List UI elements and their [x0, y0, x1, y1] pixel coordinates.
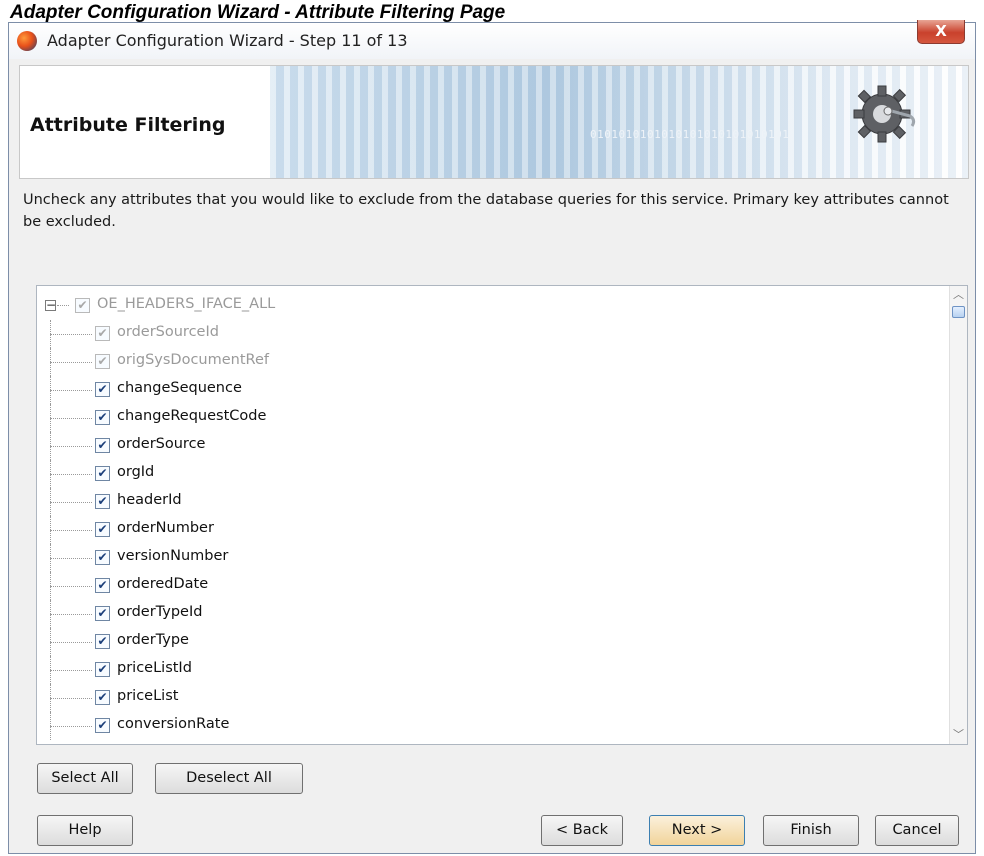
wizard-header: 0101010101010101010101010101 Attribute F…	[19, 65, 969, 179]
collapse-icon[interactable]: −	[45, 299, 56, 311]
tree-row: ✔ orderTypeId	[37, 600, 949, 628]
tree-connector	[50, 362, 92, 363]
tree-connector	[50, 670, 92, 671]
attribute-label: orgId	[117, 464, 155, 480]
attribute-label: orderedDate	[117, 576, 209, 592]
tree-connector	[50, 446, 92, 447]
attribute-label: orderType	[117, 632, 189, 648]
attribute-label: orderNumber	[117, 520, 214, 536]
help-button[interactable]: Help	[37, 815, 133, 846]
tree-connector	[50, 418, 92, 419]
tree-connector	[50, 698, 92, 699]
attribute-checkbox[interactable]: ✔	[95, 382, 110, 397]
attribute-checkbox[interactable]: ✔	[95, 550, 110, 565]
tree-row: ✔ priceListId	[37, 656, 949, 684]
scroll-thumb[interactable]	[952, 306, 965, 318]
binary-decoration: 0101010101010101010101010101	[590, 128, 790, 141]
attribute-checkbox[interactable]: ✔	[95, 578, 110, 593]
attribute-label: changeSequence	[117, 380, 242, 396]
attribute-label: OE_HEADERS_IFACE_ALL	[97, 296, 276, 312]
attribute-label: conversionRate	[117, 716, 230, 732]
tree-connector	[50, 558, 92, 559]
tree-row: ✔ orderNumber	[37, 516, 949, 544]
tree-connector	[50, 530, 92, 531]
attribute-label: origSysDocumentRef	[117, 352, 269, 368]
tree-connector	[50, 334, 92, 335]
select-all-button[interactable]: Select All	[37, 763, 133, 794]
finish-button[interactable]: Finish	[763, 815, 859, 846]
attribute-checkbox: ✔	[95, 326, 110, 341]
attribute-label: changeRequestCode	[117, 408, 267, 424]
back-button[interactable]: < Back	[541, 815, 623, 846]
tree-row: ✔ conversionRate	[37, 712, 949, 740]
tree-connector	[50, 502, 92, 503]
tree-rows: − ✔ OE_HEADERS_IFACE_ALL ✔ orderSourceId ✔ ori…	[37, 286, 949, 740]
scroll-up-icon[interactable]: ︿	[950, 286, 967, 304]
page-caption: Adapter Configuration Wizard - Attribute…	[10, 2, 506, 23]
deselect-all-button[interactable]: Deselect All	[155, 763, 303, 794]
window-title: Adapter Configuration Wizard - Step 11 o…	[47, 31, 408, 50]
attribute-label: headerId	[117, 492, 182, 508]
attribute-checkbox[interactable]: ✔	[95, 466, 110, 481]
instructions-text: Uncheck any attributes that you would li…	[23, 192, 949, 230]
attribute-checkbox[interactable]: ✔	[95, 410, 110, 425]
tree-row: ✔ orderType	[37, 628, 949, 656]
attribute-tree: − ✔ OE_HEADERS_IFACE_ALL ✔ orderSourceId ✔ ori…	[36, 285, 968, 745]
page-title: Attribute Filtering	[30, 114, 226, 136]
attribute-label: versionNumber	[117, 548, 229, 564]
attribute-label: orderTypeId	[117, 604, 203, 620]
next-button[interactable]: Next >	[649, 815, 745, 846]
close-button[interactable]: X	[917, 20, 965, 44]
tree-connector	[50, 614, 92, 615]
gear-icon	[853, 85, 916, 143]
attribute-checkbox: ✔	[95, 354, 110, 369]
tree-row: ✔ versionNumber	[37, 544, 949, 572]
tree-row: ✔ orderedDate	[37, 572, 949, 600]
attribute-checkbox[interactable]: ✔	[95, 718, 110, 733]
attribute-label: priceList	[117, 688, 179, 704]
tree-connector	[50, 726, 92, 727]
attribute-checkbox[interactable]: ✔	[95, 662, 110, 677]
tree-row: ✔ orgId	[37, 460, 949, 488]
tree-row: ✔ orderSource	[37, 432, 949, 460]
attribute-checkbox[interactable]: ✔	[95, 634, 110, 649]
tree-connector	[50, 474, 92, 475]
wizard-window: Adapter Configuration Wizard - Step 11 o…	[8, 20, 976, 854]
attribute-checkbox[interactable]: ✔	[95, 522, 110, 537]
title-bar: Adapter Configuration Wizard - Step 11 o…	[9, 20, 975, 59]
tree-row: ✔ priceList	[37, 684, 949, 712]
tree-root-row: − ✔ OE_HEADERS_IFACE_ALL	[37, 292, 949, 320]
attribute-checkbox[interactable]: ✔	[95, 438, 110, 453]
tree-row: ✔ headerId	[37, 488, 949, 516]
tree-row: ✔ origSysDocumentRef	[37, 348, 949, 376]
attribute-checkbox[interactable]: ✔	[95, 494, 110, 509]
cancel-button[interactable]: Cancel	[875, 815, 959, 846]
tree-row: ✔ changeRequestCode	[37, 404, 949, 432]
attribute-label: priceListId	[117, 660, 192, 676]
tree-connector	[57, 305, 69, 306]
attribute-checkbox[interactable]: ✔	[95, 606, 110, 621]
attribute-checkbox[interactable]: ✔	[95, 690, 110, 705]
app-icon	[17, 31, 37, 51]
attribute-label: orderSourceId	[117, 324, 219, 340]
tree-row: ✔ orderSourceId	[37, 320, 949, 348]
scroll-down-icon[interactable]: ﹀	[950, 726, 967, 744]
tree-connector	[50, 390, 92, 391]
attribute-label: orderSource	[117, 436, 206, 452]
tree-connector	[50, 642, 92, 643]
tree-scrollbar[interactable]: ︿ ﹀	[949, 286, 967, 744]
attribute-checkbox: ✔	[75, 298, 90, 313]
tree-connector	[50, 586, 92, 587]
tree-row: ✔ changeSequence	[37, 376, 949, 404]
